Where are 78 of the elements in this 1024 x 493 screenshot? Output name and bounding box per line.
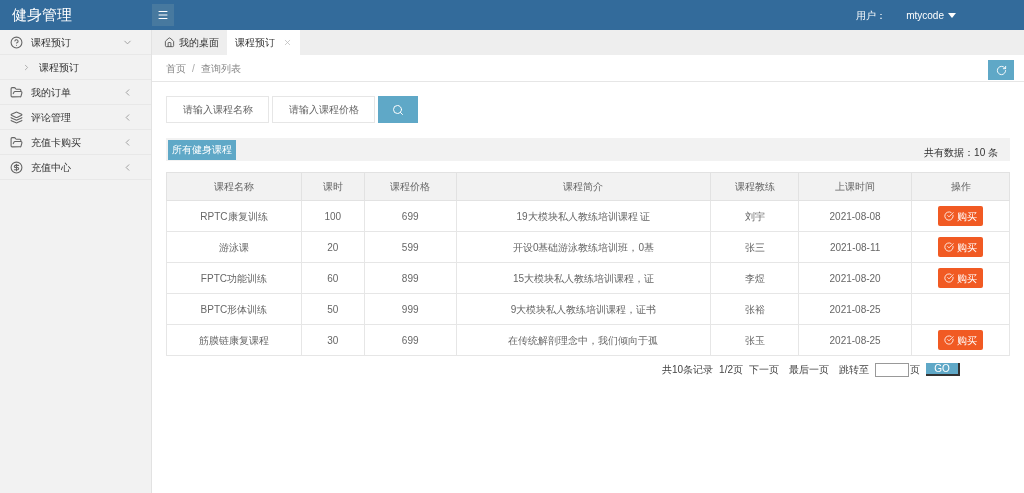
check-circle-icon <box>944 335 954 345</box>
user-menu[interactable]: mtycode <box>906 7 956 23</box>
check-circle-icon <box>944 273 954 283</box>
layers-icon <box>10 110 23 124</box>
table-cell: FPTC功能训练 <box>166 262 302 294</box>
record-count: 共10条记录 <box>661 363 714 377</box>
table-cell: 张玉 <box>710 324 799 356</box>
table-cell: 15大模块私人教练培训课程，证 <box>456 262 711 294</box>
column-header: 课程名称 <box>166 172 302 201</box>
table-cell: RPTC康复训练 <box>166 200 302 232</box>
breadcrumb-link[interactable]: 查询列表 <box>200 60 241 76</box>
next-page-link[interactable]: 下一页 <box>749 362 779 377</box>
chevron-right-icon <box>22 62 31 72</box>
table-cell: 19大模块私人教练培训课程 证 <box>456 200 711 232</box>
table-cell: 李煜 <box>710 262 799 294</box>
column-header: 课程价格 <box>364 172 457 201</box>
breadcrumb-separator: / <box>192 61 195 76</box>
table-cell: 30 <box>301 324 365 356</box>
table-cell: 50 <box>301 293 365 325</box>
folder-icon <box>10 135 23 149</box>
close-icon[interactable] <box>283 38 292 47</box>
app-title: 健身管理 <box>12 6 72 23</box>
table-cell: 在传统解剖理念中，我们倾向于孤 <box>456 324 711 356</box>
column-header: 课程教练 <box>710 172 799 201</box>
menu-button[interactable] <box>152 4 174 26</box>
table-cell: 2021-08-20 <box>798 262 912 294</box>
table-cell: 2021-08-08 <box>798 200 912 232</box>
table-cell: 9大模块私人教练培训课程，证书 <box>456 293 711 325</box>
refresh-button[interactable] <box>988 60 1014 80</box>
check-circle-icon <box>944 211 954 221</box>
page-suffix: 页 <box>910 363 920 377</box>
sidebar-item[interactable]: 充值卡购买 <box>0 130 151 155</box>
column-header: 课时 <box>301 172 365 201</box>
table-cell: 599 <box>364 231 457 263</box>
breadcrumb-link[interactable]: 首页 <box>166 60 186 76</box>
table-cell: BPTC形体训练 <box>166 293 302 325</box>
table-cell: 999 <box>364 293 457 325</box>
sidebar-item[interactable]: 评论管理 <box>0 105 151 130</box>
table-cell: 筋膜链康复课程 <box>166 324 302 356</box>
page-input[interactable] <box>875 362 909 377</box>
refresh-icon <box>995 64 1007 76</box>
table-cell: 20 <box>301 231 365 263</box>
last-page-link[interactable]: 最后一页 <box>789 362 829 377</box>
table-cell: 2021-08-25 <box>798 324 912 356</box>
user-label: 用户： <box>856 8 887 23</box>
table-cell: 100 <box>301 200 365 232</box>
table-cell: 899 <box>364 262 457 294</box>
tab[interactable]: 课程预订 <box>227 30 300 55</box>
folder-icon <box>10 85 23 99</box>
coin-icon <box>10 160 23 174</box>
table-cell: 2021-08-25 <box>798 293 912 325</box>
sidebar-item[interactable]: 充值中心 <box>0 155 151 180</box>
jump-label: 跳转至 <box>839 363 869 377</box>
total-count: 共有数据：10 条 <box>924 146 998 160</box>
search-field[interactable]: 请输入课程价格 <box>272 96 375 123</box>
search-icon <box>392 103 404 116</box>
table-cell: 60 <box>301 262 365 294</box>
column-header: 操作 <box>911 172 1010 201</box>
home-icon <box>164 37 175 48</box>
menu-icon <box>157 9 169 21</box>
table-cell: 刘宇 <box>710 200 799 232</box>
page-indicator: 1/2页 <box>719 363 743 377</box>
table-cell: 游泳课 <box>166 231 302 263</box>
sidebar-item[interactable]: 我的订单 <box>0 80 151 105</box>
table-cell: 开设0基础游泳教练培训班，0基 <box>456 231 711 263</box>
search-button[interactable] <box>378 96 418 123</box>
column-header: 课程简介 <box>456 172 711 201</box>
table-cell: 张裕 <box>710 293 799 325</box>
check-circle-icon <box>944 242 954 252</box>
sidebar-item[interactable]: 课程预订 <box>0 30 151 55</box>
column-header: 上课时间 <box>798 172 912 201</box>
table-cell: 2021-08-11 <box>798 231 912 263</box>
table-cell: 699 <box>364 324 457 356</box>
help-icon <box>10 35 23 49</box>
sidebar-subitem[interactable]: 课程预订 <box>0 55 151 80</box>
table-cell: 699 <box>364 200 457 232</box>
search-field[interactable]: 请输入课程名称 <box>166 96 269 123</box>
table-cell: 张三 <box>710 231 799 263</box>
